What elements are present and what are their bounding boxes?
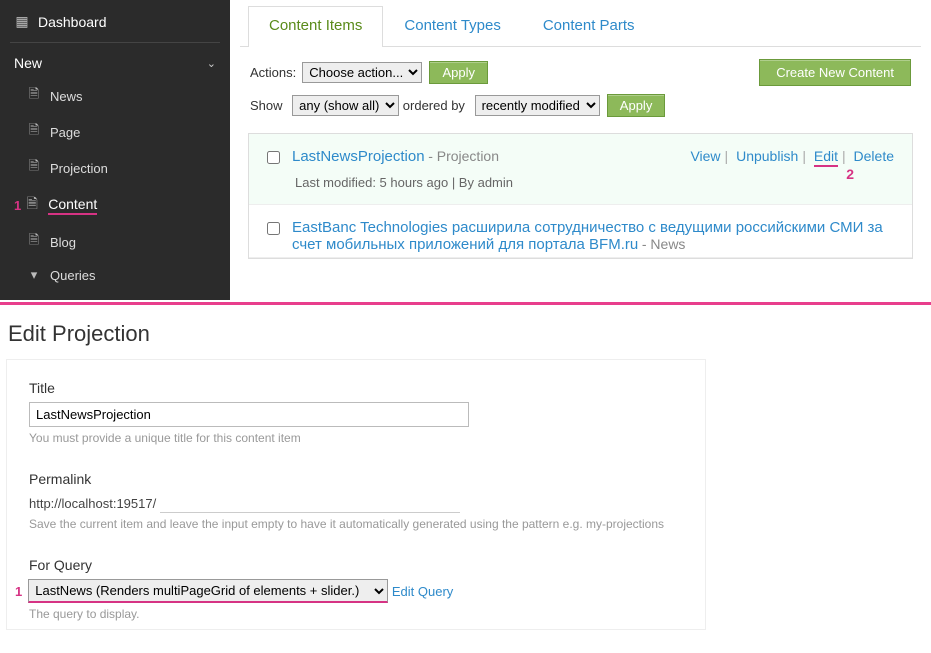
permalink-input[interactable] bbox=[160, 493, 460, 513]
sidebar-item-label: Page bbox=[50, 125, 80, 140]
view-link[interactable]: View bbox=[690, 148, 720, 164]
list-item: EastBanc Technologies расширила сотрудни… bbox=[249, 205, 912, 258]
actions-label: Actions: bbox=[250, 65, 296, 80]
item-meta: Last modified: 5 hours ago | By admin bbox=[295, 175, 894, 190]
document-icon: 🗎 bbox=[24, 193, 40, 217]
chevron-down-icon: ⌄ bbox=[207, 57, 216, 70]
annotation-marker-1b: 1 bbox=[15, 584, 22, 599]
sidebar-content-label: Content bbox=[48, 196, 97, 215]
edit-link[interactable]: Edit bbox=[814, 148, 838, 167]
item-type-label: - Projection bbox=[428, 148, 499, 164]
order-select[interactable]: recently modified bbox=[475, 95, 600, 116]
tab-content-parts[interactable]: Content Parts bbox=[522, 6, 656, 46]
annotation-marker-2: 2 bbox=[846, 166, 854, 182]
tab-content-items[interactable]: Content Items bbox=[248, 6, 383, 47]
permalink-hint: Save the current item and leave the inpu… bbox=[29, 517, 687, 531]
sidebar-item-queries[interactable]: ▾ Queries bbox=[12, 260, 230, 290]
edit-form: Title You must provide a unique title fo… bbox=[6, 359, 706, 630]
grid-icon: ▦ bbox=[14, 13, 30, 30]
sidebar: ▦ Dashboard New ⌄ 🗎 News 🗎 Page 🗎 Projec… bbox=[0, 0, 230, 300]
apply-filter-button[interactable]: Apply bbox=[607, 94, 666, 117]
title-hint: You must provide a unique title for this… bbox=[29, 431, 687, 445]
sidebar-item-label: Projection bbox=[50, 161, 108, 176]
sidebar-dashboard-label: Dashboard bbox=[38, 14, 107, 30]
main-panel: Content Items Content Types Content Part… bbox=[230, 0, 931, 300]
content-list: LastNewsProjection - Projection View| Un… bbox=[248, 133, 913, 259]
row-checkbox[interactable] bbox=[267, 151, 280, 164]
create-new-content-button[interactable]: Create New Content bbox=[759, 59, 911, 86]
document-icon: 🗎 bbox=[26, 121, 42, 143]
query-label: For Query bbox=[29, 557, 687, 573]
filter-icon: ▾ bbox=[26, 267, 42, 283]
delete-link[interactable]: Delete bbox=[854, 148, 894, 164]
sidebar-item-blog[interactable]: 🗎 Blog bbox=[12, 224, 230, 260]
title-input[interactable] bbox=[29, 402, 469, 427]
apply-actions-button[interactable]: Apply bbox=[429, 61, 488, 84]
sidebar-item-page[interactable]: 🗎 Page bbox=[12, 114, 230, 150]
item-title-link[interactable]: LastNewsProjection bbox=[292, 148, 425, 165]
toolbar: Actions: Choose action... Apply Create N… bbox=[240, 47, 921, 123]
document-icon: 🗎 bbox=[26, 231, 42, 253]
query-hint: The query to display. bbox=[29, 607, 687, 621]
annotation-marker-1: 1 bbox=[14, 198, 21, 213]
title-label: Title bbox=[29, 380, 687, 396]
sidebar-item-label: News bbox=[50, 89, 83, 104]
document-icon: 🗎 bbox=[26, 157, 42, 179]
actions-select[interactable]: Choose action... bbox=[302, 62, 422, 83]
tab-content-types[interactable]: Content Types bbox=[383, 6, 521, 46]
sidebar-item-label: Blog bbox=[50, 235, 76, 250]
unpublish-link[interactable]: Unpublish bbox=[736, 148, 798, 164]
sidebar-item-projection[interactable]: 🗎 Projection bbox=[12, 150, 230, 186]
sidebar-new-label: New bbox=[14, 55, 42, 71]
permalink-prefix: http://localhost:19517/ bbox=[29, 496, 156, 511]
tabs: Content Items Content Types Content Part… bbox=[240, 0, 921, 47]
item-type-label: - News bbox=[642, 236, 686, 252]
ordered-by-label: ordered by bbox=[403, 98, 465, 113]
permalink-label: Permalink bbox=[29, 471, 687, 487]
edit-projection-section: Edit Projection Title You must provide a… bbox=[0, 305, 931, 648]
list-item: LastNewsProjection - Projection View| Un… bbox=[249, 134, 912, 205]
sidebar-item-news[interactable]: 🗎 News bbox=[12, 78, 230, 114]
sidebar-dashboard[interactable]: ▦ Dashboard bbox=[0, 6, 230, 37]
row-checkbox[interactable] bbox=[267, 222, 280, 235]
show-select[interactable]: any (show all) bbox=[292, 95, 399, 116]
sidebar-new[interactable]: New ⌄ bbox=[0, 48, 230, 78]
sidebar-item-label: Queries bbox=[50, 268, 96, 283]
show-label: Show bbox=[250, 98, 283, 113]
item-title-link[interactable]: EastBanc Technologies расширила сотрудни… bbox=[292, 219, 883, 253]
sidebar-content[interactable]: 1 🗎 Content bbox=[0, 186, 230, 224]
query-select[interactable]: LastNews (Renders multiPageGrid of eleme… bbox=[28, 579, 388, 603]
item-actions: View| Unpublish| Edit| Delete 2 bbox=[690, 148, 894, 164]
page-title: Edit Projection bbox=[0, 315, 931, 359]
document-icon: 🗎 bbox=[26, 85, 42, 107]
edit-query-link[interactable]: Edit Query bbox=[392, 584, 453, 599]
